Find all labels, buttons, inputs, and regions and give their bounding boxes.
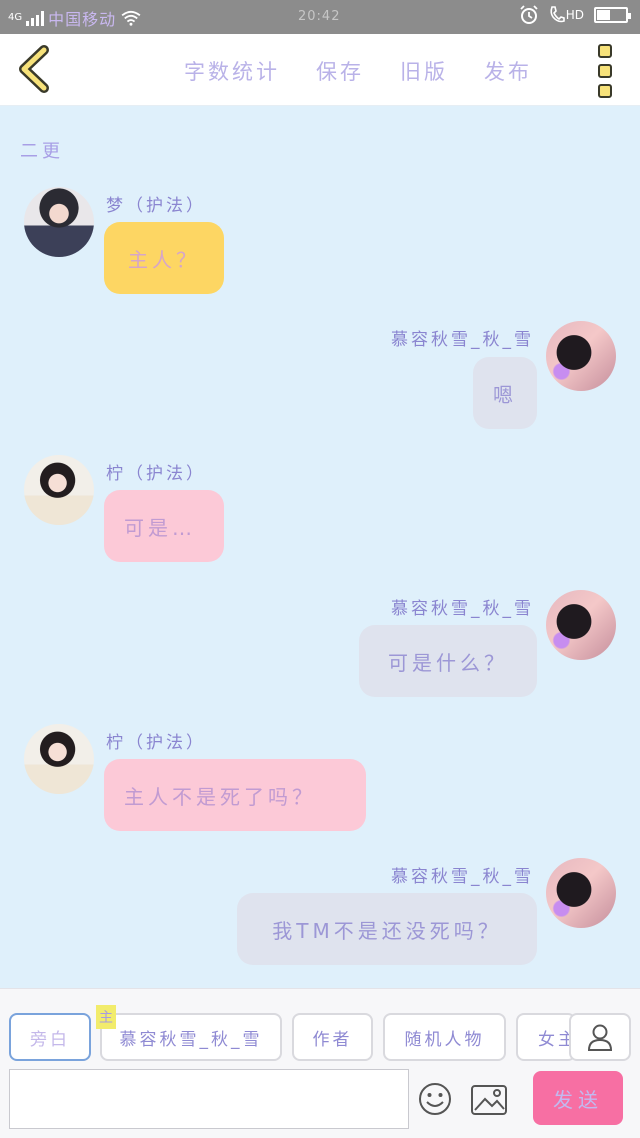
avatar[interactable] <box>24 187 94 257</box>
message-bubble[interactable]: 嗯 <box>473 357 537 429</box>
hd-call-icon: HD <box>549 6 584 24</box>
wifi-icon <box>121 10 141 26</box>
carrier-name: 中国移动 <box>48 10 117 29</box>
chat-area[interactable]: 二更 梦（护法） 主人？ 慕容秋雪_秋_雪 嗯 柠（护法） 可是… 慕容秋雪_秋… <box>0 107 640 988</box>
battery-level <box>597 10 610 20</box>
clock: 20:42 <box>298 9 341 24</box>
top-actions: 字数统计 保存 旧版 发布 <box>184 56 532 86</box>
hd-label: HD <box>565 8 584 22</box>
message-bubble[interactable]: 主人不是死了吗？ <box>104 759 366 831</box>
role-chip-random[interactable]: 随机人物 <box>383 1013 506 1061</box>
avatar[interactable] <box>546 858 616 928</box>
chapter-label: 二更 <box>20 141 64 162</box>
save-button[interactable]: 保存 <box>316 56 364 86</box>
avatar[interactable] <box>546 321 616 391</box>
role-chip-author[interactable]: 作者 <box>292 1013 373 1061</box>
publish-button[interactable]: 发布 <box>484 56 532 86</box>
sender-name: 梦（护法） <box>106 196 206 216</box>
add-role-button[interactable] <box>569 1013 631 1061</box>
role-chip-main[interactable]: 慕容秋雪_秋_雪 <box>100 1013 282 1061</box>
message-bubble[interactable]: 我TM不是还没死吗？ <box>237 893 537 965</box>
sender-name: 柠（护法） <box>106 464 206 484</box>
role-chip-narration[interactable]: 旁白 <box>9 1013 91 1061</box>
message-bubble[interactable]: 可是什么？ <box>359 625 537 697</box>
image-icon <box>471 1085 507 1115</box>
sender-name: 慕容秋雪_秋_雪 <box>391 867 534 887</box>
back-button[interactable] <box>14 44 54 94</box>
old-version-button[interactable]: 旧版 <box>400 56 448 86</box>
message-bubble[interactable]: 可是… <box>104 490 224 562</box>
signal-icon <box>26 10 45 26</box>
image-button[interactable] <box>470 1083 508 1117</box>
emoji-button[interactable] <box>417 1081 453 1117</box>
role-chips: 旁白 慕容秋雪_秋_雪 作者 随机人物 女主 主 <box>0 1005 640 1061</box>
main-role-tag: 主 <box>96 1005 116 1029</box>
word-count-button[interactable]: 字数统计 <box>184 56 280 86</box>
top-bar: 字数统计 保存 旧版 发布 <box>0 34 640 106</box>
avatar[interactable] <box>24 724 94 794</box>
person-icon <box>587 1024 613 1051</box>
more-vertical-icon[interactable] <box>595 44 617 98</box>
send-button[interactable]: 发送 <box>533 1071 623 1125</box>
avatar[interactable] <box>546 590 616 660</box>
sender-name: 慕容秋雪_秋_雪 <box>391 599 534 619</box>
network-type: 4G <box>8 12 23 23</box>
emoji-icon <box>419 1083 451 1115</box>
composer-panel: 旁白 慕容秋雪_秋_雪 作者 随机人物 女主 主 发送 <box>0 988 640 1138</box>
battery-icon <box>594 7 631 23</box>
message-input[interactable] <box>9 1069 409 1129</box>
alarm-icon <box>520 5 538 24</box>
status-bar: 4G 中国移动 20:42 HD <box>0 0 640 34</box>
sender-name: 慕容秋雪_秋_雪 <box>391 330 534 350</box>
sender-name: 柠（护法） <box>106 733 206 753</box>
role-chip-heroine[interactable]: 女主 <box>516 1013 576 1061</box>
message-bubble[interactable]: 主人？ <box>104 222 224 294</box>
chevron-left-icon <box>19 45 49 93</box>
avatar[interactable] <box>24 455 94 525</box>
